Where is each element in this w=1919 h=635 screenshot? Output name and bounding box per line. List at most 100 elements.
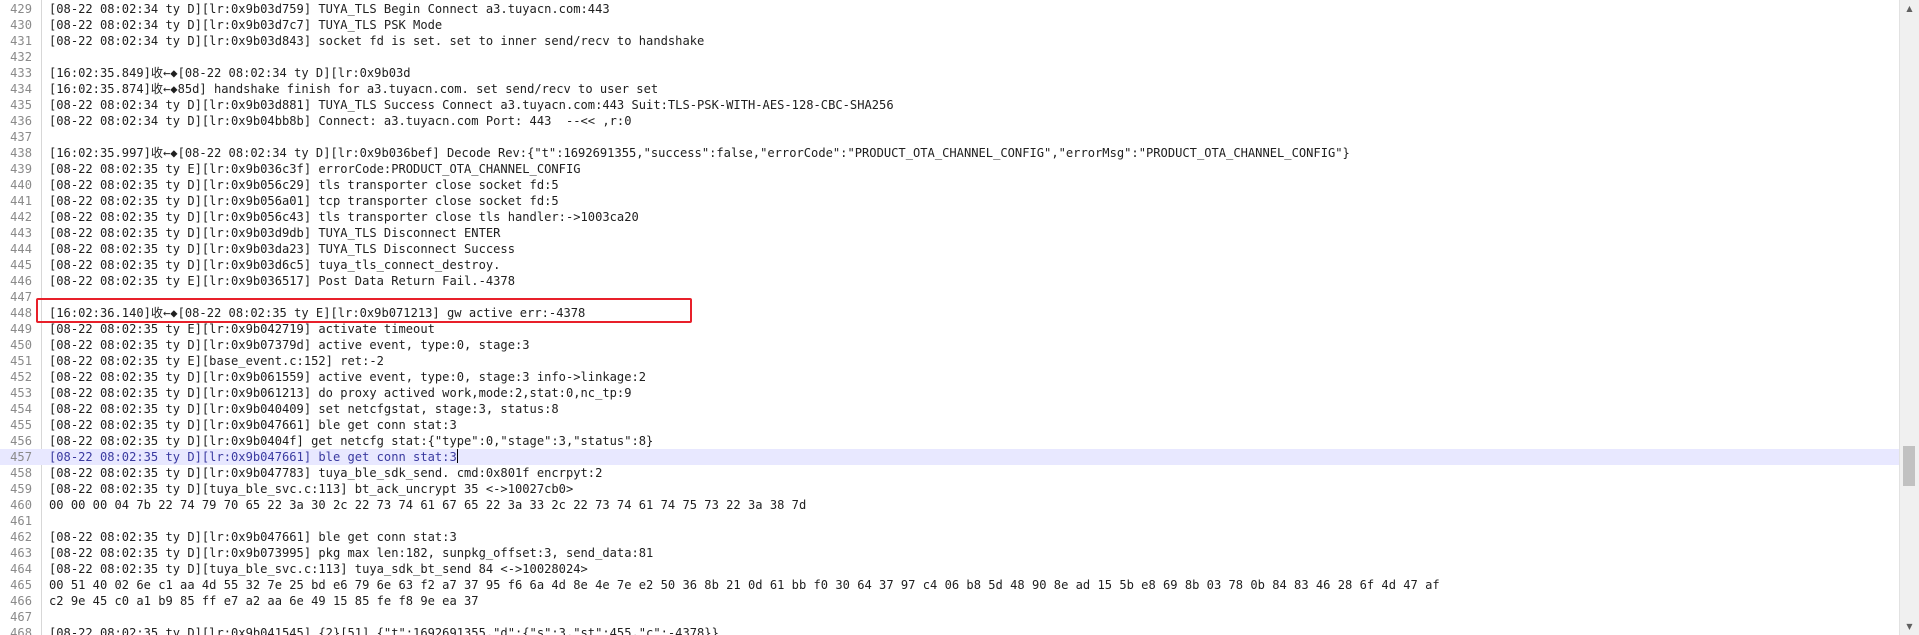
line-text: [08-22 08:02:35 ty D][lr:0x9b0404f] get … (49, 434, 654, 448)
text-caret (456, 449, 458, 463)
log-editor[interactable]: 429 [08-22 08:02:34 ty D][lr:0x9b03d759] … (0, 0, 1919, 635)
line-text: [08-22 08:02:35 ty D][lr:0x9b041545] {2}… (49, 626, 719, 635)
scroll-up-arrow-icon[interactable]: ▲ (1900, 0, 1919, 17)
log-line[interactable]: 465 00 51 40 02 6e c1 aa 4d 55 32 7e 25 b… (0, 577, 1900, 593)
line-number: 447 (10, 290, 32, 304)
log-line[interactable]: 458 [08-22 08:02:35 ty D][lr:0x9b047783] … (0, 465, 1900, 481)
line-text: [08-22 08:02:35 ty D][lr:0x9b03d9db] TUY… (49, 226, 501, 240)
log-line[interactable]: 459 [08-22 08:02:35 ty D][tuya_ble_svc.c:… (0, 481, 1900, 497)
scroll-down-arrow-icon[interactable]: ▼ (1900, 618, 1919, 635)
line-number: 451 (10, 354, 32, 368)
line-number: 431 (10, 34, 32, 48)
log-line[interactable]: 446 [08-22 08:02:35 ty E][lr:0x9b036517] … (0, 273, 1900, 289)
line-text: [08-22 08:02:35 ty E][base_event.c:152] … (49, 354, 384, 368)
line-text: [08-22 08:02:35 ty D][lr:0x9b061213] do … (49, 386, 632, 400)
line-number: 454 (10, 402, 32, 416)
current-log-line[interactable]: 457 [08-22 08:02:35 ty D][lr:0x9b047661] … (0, 449, 1900, 465)
line-number: 460 (10, 498, 32, 512)
line-number: 437 (10, 130, 32, 144)
log-line[interactable]: 451 [08-22 08:02:35 ty E][base_event.c:15… (0, 353, 1900, 369)
log-line[interactable]: 442 [08-22 08:02:35 ty D][lr:0x9b056c43] … (0, 209, 1900, 225)
log-line[interactable]: 443 [08-22 08:02:35 ty D][lr:0x9b03d9db] … (0, 225, 1900, 241)
line-text: [08-22 08:02:35 ty D][lr:0x9b03d6c5] tuy… (49, 258, 501, 272)
log-line[interactable]: 439 [08-22 08:02:35 ty E][lr:0x9b036c3f] … (0, 161, 1900, 177)
line-text: [08-22 08:02:35 ty D][lr:0x9b07379d] act… (49, 338, 530, 352)
log-line[interactable]: 455 [08-22 08:02:35 ty D][lr:0x9b047661] … (0, 417, 1900, 433)
log-line[interactable]: 431 [08-22 08:02:34 ty D][lr:0x9b03d843] … (0, 33, 1900, 49)
log-line[interactable]: 461 (0, 513, 1900, 529)
line-number: 452 (10, 370, 32, 384)
line-number: 461 (10, 514, 32, 528)
line-number: 468 (10, 626, 32, 635)
log-line[interactable]: 468 [08-22 08:02:35 ty D][lr:0x9b041545] … (0, 625, 1900, 635)
line-number: 458 (10, 466, 32, 480)
line-number: 457 (10, 450, 32, 464)
line-text: [16:02:35.849]收←◆[08-22 08:02:34 ty D][l… (49, 66, 411, 80)
line-text: [08-22 08:02:35 ty D][tuya_ble_svc.c:113… (49, 562, 588, 576)
log-line[interactable]: 463 [08-22 08:02:35 ty D][lr:0x9b073995] … (0, 545, 1900, 561)
line-number: 435 (10, 98, 32, 112)
line-text: [08-22 08:02:35 ty D][lr:0x9b047661] ble… (49, 530, 457, 544)
line-number: 439 (10, 162, 32, 176)
log-line[interactable]: 429 [08-22 08:02:34 ty D][lr:0x9b03d759] … (0, 1, 1900, 17)
log-line[interactable]: 432 (0, 49, 1900, 65)
line-number: 455 (10, 418, 32, 432)
log-line[interactable]: 449 [08-22 08:02:35 ty E][lr:0x9b042719] … (0, 321, 1900, 337)
line-text: [08-22 08:02:35 ty D][lr:0x9b047783] tuy… (49, 466, 603, 480)
line-text: [16:02:35.874]收←◆85d] handshake finish f… (49, 82, 659, 96)
line-number: 449 (10, 322, 32, 336)
line-text: 00 00 00 04 7b 22 74 79 70 65 22 3a 30 2… (49, 498, 807, 512)
log-line[interactable]: 438 [16:02:35.997]收←◆[08-22 08:02:34 ty D… (0, 145, 1900, 161)
log-line[interactable]: 450 [08-22 08:02:35 ty D][lr:0x9b07379d] … (0, 337, 1900, 353)
log-line[interactable]: 447 (0, 289, 1900, 305)
log-line[interactable]: 467 (0, 609, 1900, 625)
line-text: [08-22 08:02:35 ty D][lr:0x9b056c29] tls… (49, 178, 559, 192)
line-text: [08-22 08:02:35 ty D][lr:0x9b03da23] TUY… (49, 242, 515, 256)
line-text: [08-22 08:02:34 ty D][lr:0x9b04bb8b] Con… (49, 114, 632, 128)
scrollbar-thumb[interactable] (1903, 446, 1915, 486)
line-text: [08-22 08:02:34 ty D][lr:0x9b03d881] TUY… (49, 98, 894, 112)
log-line[interactable]: 462 [08-22 08:02:35 ty D][lr:0x9b047661] … (0, 529, 1900, 545)
line-text: [08-22 08:02:35 ty D][lr:0x9b047661] ble… (49, 418, 457, 432)
log-line[interactable]: 464 [08-22 08:02:35 ty D][tuya_ble_svc.c:… (0, 561, 1900, 577)
line-number: 438 (10, 146, 32, 160)
log-line[interactable]: 430 [08-22 08:02:34 ty D][lr:0x9b03d7c7] … (0, 17, 1900, 33)
line-number: 467 (10, 610, 32, 624)
log-line[interactable]: 437 (0, 129, 1900, 145)
line-number: 466 (10, 594, 32, 608)
line-number: 441 (10, 194, 32, 208)
log-line[interactable]: 445 [08-22 08:02:35 ty D][lr:0x9b03d6c5] … (0, 257, 1900, 273)
log-line[interactable]: 448 [16:02:36.140]收←◆[08-22 08:02:35 ty E… (0, 305, 1900, 321)
line-text: [08-22 08:02:35 ty D][tuya_ble_svc.c:113… (49, 482, 574, 496)
log-line[interactable]: 441 [08-22 08:02:35 ty D][lr:0x9b056a01] … (0, 193, 1900, 209)
line-text: [08-22 08:02:35 ty D][lr:0x9b073995] pkg… (49, 546, 654, 560)
line-text: 00 51 40 02 6e c1 aa 4d 55 32 7e 25 bd e… (49, 578, 1440, 592)
log-line[interactable]: 436 [08-22 08:02:34 ty D][lr:0x9b04bb8b] … (0, 113, 1900, 129)
log-line[interactable]: 433 [16:02:35.849]收←◆[08-22 08:02:34 ty D… (0, 65, 1900, 81)
log-line[interactable]: 452 [08-22 08:02:35 ty D][lr:0x9b061559] … (0, 369, 1900, 385)
line-text: [16:02:36.140]收←◆[08-22 08:02:35 ty E][l… (49, 306, 586, 320)
line-number: 448 (10, 306, 32, 320)
log-line[interactable]: 444 [08-22 08:02:35 ty D][lr:0x9b03da23] … (0, 241, 1900, 257)
line-text: c2 9e 45 c0 a1 b9 85 ff e7 a2 aa 6e 49 1… (49, 594, 479, 608)
log-line[interactable]: 435 [08-22 08:02:34 ty D][lr:0x9b03d881] … (0, 97, 1900, 113)
log-line[interactable]: 440 [08-22 08:02:35 ty D][lr:0x9b056c29] … (0, 177, 1900, 193)
log-line[interactable]: 460 00 00 00 04 7b 22 74 79 70 65 22 3a 3… (0, 497, 1900, 513)
line-number: 443 (10, 226, 32, 240)
log-lines: 429 [08-22 08:02:34 ty D][lr:0x9b03d759] … (0, 1, 1900, 635)
line-number: 462 (10, 530, 32, 544)
line-text: [08-22 08:02:35 ty D][lr:0x9b061559] act… (49, 370, 647, 384)
line-text: [08-22 08:02:35 ty E][lr:0x9b042719] act… (49, 322, 435, 336)
log-line[interactable]: 456 [08-22 08:02:35 ty D][lr:0x9b0404f] g… (0, 433, 1900, 449)
line-number: 436 (10, 114, 32, 128)
line-number: 456 (10, 434, 32, 448)
vertical-scrollbar[interactable]: ▲ ▼ (1899, 0, 1919, 635)
log-line[interactable]: 454 [08-22 08:02:35 ty D][lr:0x9b040409] … (0, 401, 1900, 417)
line-text: [08-22 08:02:34 ty D][lr:0x9b03d759] TUY… (49, 2, 610, 16)
line-text: [16:02:35.997]收←◆[08-22 08:02:34 ty D][l… (49, 146, 1350, 160)
log-line[interactable]: 453 [08-22 08:02:35 ty D][lr:0x9b061213] … (0, 385, 1900, 401)
line-text: [08-22 08:02:34 ty D][lr:0x9b03d7c7] TUY… (49, 18, 443, 32)
line-number: 430 (10, 18, 32, 32)
log-line[interactable]: 434 [16:02:35.874]收←◆85d] handshake finis… (0, 81, 1900, 97)
log-line[interactable]: 466 c2 9e 45 c0 a1 b9 85 ff e7 a2 aa 6e 4… (0, 593, 1900, 609)
